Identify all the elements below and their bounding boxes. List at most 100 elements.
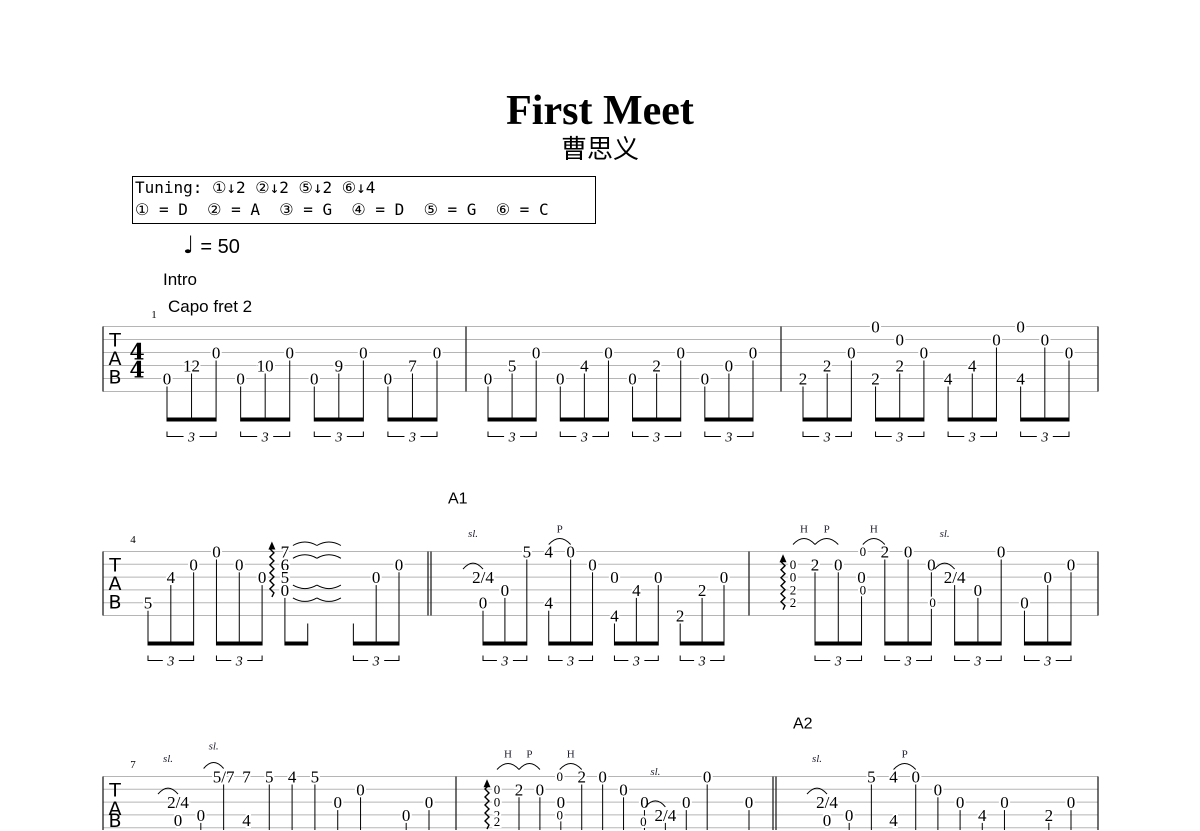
hammer-on-arc — [496, 763, 520, 770]
tab-note: 2 — [652, 357, 661, 376]
tab-note: 0 — [911, 768, 920, 787]
pull-off-arc — [518, 763, 541, 770]
tab-note: 0 — [395, 555, 404, 574]
tab-note: 5 — [867, 768, 876, 787]
tab-note: 0 — [997, 543, 1006, 562]
beam — [314, 417, 364, 422]
tab-note: 0 — [236, 370, 245, 389]
triplet-number: 3 — [973, 655, 981, 670]
tab-note: 0 — [163, 370, 172, 389]
tab-note: 0 — [640, 793, 649, 812]
tab-clef-letter: B — [108, 592, 121, 614]
triplet-number: 3 — [698, 655, 706, 670]
grace-note: 0 — [640, 814, 647, 829]
tab-note: 2 — [676, 607, 685, 626]
beam — [815, 641, 862, 646]
tab-note: 0 — [701, 370, 710, 389]
tab-note: 0 — [1067, 555, 1076, 574]
tab-note: 0 — [871, 318, 880, 337]
let-ring-tie — [316, 541, 342, 546]
tab-note: 2 — [881, 543, 890, 562]
grace-note: 2 — [790, 595, 797, 610]
beam — [216, 641, 263, 646]
tab-note: 0 — [532, 344, 541, 363]
arpeggio-arrow-icon — [779, 554, 787, 563]
arpeggio-arrow-icon — [483, 779, 491, 788]
pull-off-label: P — [557, 524, 563, 536]
slide-label: sl. — [209, 741, 219, 753]
triplet-number: 3 — [834, 655, 842, 670]
triplet-number: 3 — [968, 431, 976, 446]
tab-note: 5 — [523, 543, 532, 562]
grace-note: 0 — [860, 544, 867, 559]
tab-note: 2/4 — [472, 568, 494, 587]
section-label: A1 — [448, 491, 468, 508]
measure-number: 7 — [130, 759, 136, 771]
let-ring-tie — [292, 584, 318, 590]
beam — [803, 417, 852, 422]
arpeggio-wavy-line — [484, 784, 490, 830]
tab-note: 0 — [356, 780, 365, 799]
tab-note: 2/4 — [167, 793, 189, 812]
tab-note: 7 — [242, 768, 251, 787]
tab-note: 0 — [904, 543, 913, 562]
tab-note: 0 — [1020, 594, 1029, 613]
tab-note: 0 — [619, 780, 628, 799]
tab-note: 0 — [749, 344, 758, 363]
tab-note: 2 — [698, 581, 707, 600]
beam — [560, 417, 609, 422]
grace-note: 0 — [556, 807, 563, 822]
tab-note: 2 — [799, 370, 808, 389]
tab-note: 0 — [1043, 568, 1052, 587]
tab-note: 0 — [189, 555, 198, 574]
tab-note: 0 — [934, 780, 943, 799]
tab-note: 0 — [920, 344, 929, 363]
pull-off-arc — [814, 538, 839, 545]
triplet-number: 3 — [580, 431, 588, 446]
beam — [884, 641, 932, 646]
tab-note: 4 — [288, 768, 297, 787]
beam — [284, 641, 308, 646]
slide-label: sl. — [163, 753, 173, 765]
let-ring-tie — [292, 597, 318, 602]
tab-note: 0 — [845, 806, 854, 825]
triplet-number: 3 — [724, 431, 732, 446]
tab-note: 4 — [968, 357, 977, 376]
tab-note: 0 — [212, 344, 221, 363]
tab-note: 2 — [515, 780, 524, 799]
tab-note: 5 — [265, 768, 274, 787]
tab-note: 0 — [895, 331, 904, 350]
pull-off-label: P — [526, 749, 532, 761]
tab-note: 0 — [1067, 793, 1076, 812]
tab-note: 9 — [335, 357, 344, 376]
triplet-number: 3 — [334, 431, 342, 446]
tab-note: 2/4 — [944, 568, 966, 587]
tab-note: 0 — [536, 780, 545, 799]
triplet-number: 3 — [372, 655, 380, 670]
beam — [548, 641, 593, 646]
tab-note: 0 — [974, 581, 983, 600]
tab-clef-letter: B — [108, 367, 121, 389]
tab-note: 0 — [372, 568, 381, 587]
tab-note: 4 — [632, 581, 641, 600]
tab-note: 0 — [501, 581, 510, 600]
beam — [353, 641, 399, 646]
beam — [1024, 641, 1071, 646]
triplet-number: 3 — [235, 655, 243, 670]
triplet-number: 3 — [508, 431, 516, 446]
grace-note: 2 — [494, 814, 501, 829]
tab-note: 0 — [556, 370, 565, 389]
tab-note: 0 — [847, 344, 856, 363]
triplet-number: 3 — [652, 431, 660, 446]
tab-note: 0 — [1000, 793, 1009, 812]
tab-note: 2/4 — [816, 793, 838, 812]
let-ring-tie — [316, 584, 342, 590]
tab-note: 0 — [992, 331, 1001, 350]
grace-note: 0 — [860, 582, 867, 597]
tab-note: 0 — [197, 806, 206, 825]
tab-note: 0 — [703, 768, 712, 787]
tab-note: 0 — [333, 793, 342, 812]
tab-note: 2 — [577, 768, 586, 787]
tab-clef-letter: B — [108, 810, 121, 831]
tab-note: 4 — [889, 811, 898, 830]
